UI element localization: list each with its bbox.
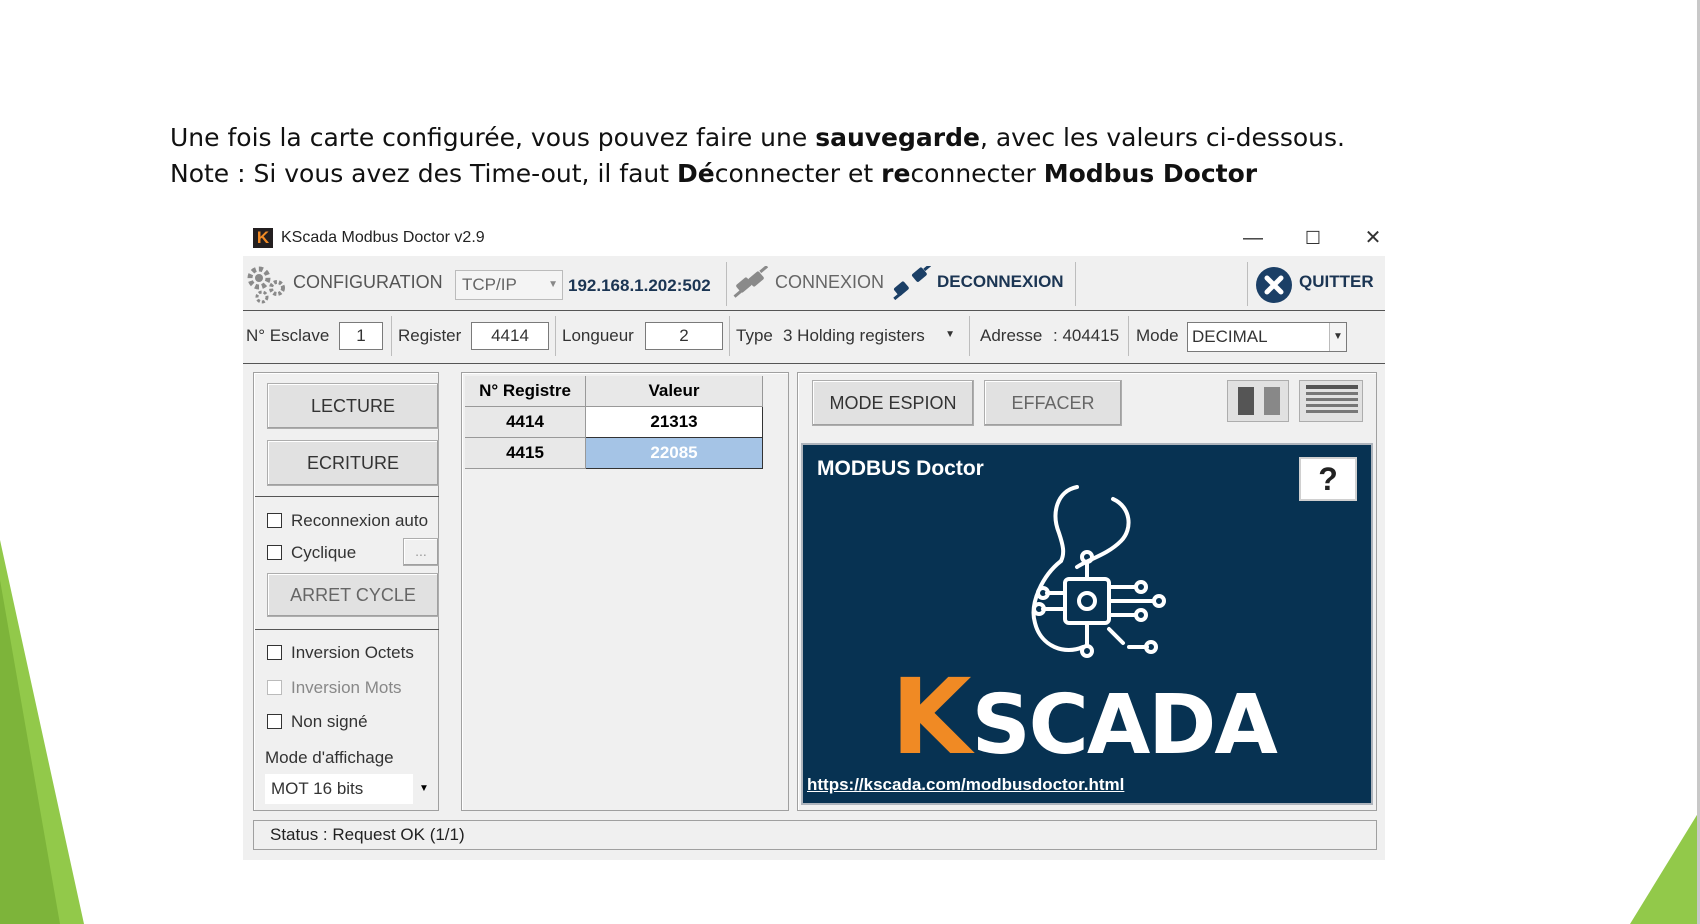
mode-label: Mode bbox=[1136, 326, 1179, 345]
table-row: 4414 21313 bbox=[465, 406, 763, 438]
adresse-label: Adresse bbox=[980, 326, 1043, 345]
deconnexion-button[interactable]: DECONNEXION bbox=[893, 262, 1068, 302]
cyclique-settings-button[interactable]: ... bbox=[403, 538, 439, 566]
close-window-button[interactable]: ✕ bbox=[1353, 224, 1393, 252]
chevron-down-icon: ▼ bbox=[413, 774, 435, 804]
table-row: 4415 22085 bbox=[465, 437, 763, 469]
panel-title: MODBUS Doctor bbox=[817, 457, 984, 480]
logo-letter-k: K bbox=[891, 656, 972, 778]
arret-cycle-button[interactable]: ARRET CYCLE bbox=[267, 573, 439, 617]
ecriture-button[interactable]: ECRITURE bbox=[267, 440, 439, 486]
adresse-value: : 404415 bbox=[1053, 326, 1120, 345]
toolbar: CONFIGURATION TCP/IP ▼ 192.168.1.202:502… bbox=[243, 256, 1385, 310]
reconnexion-auto-checkbox[interactable] bbox=[267, 513, 282, 528]
param-divider bbox=[729, 316, 730, 356]
split-view-bar bbox=[1264, 387, 1280, 415]
chevron-down-icon: ▼ bbox=[1329, 323, 1346, 351]
param-divider bbox=[391, 316, 392, 356]
registre-cell: 4414 bbox=[465, 406, 586, 438]
esclave-label: N° Esclave bbox=[246, 326, 330, 345]
param-divider bbox=[969, 316, 970, 356]
table-header-row: N° Registre Valeur bbox=[465, 376, 763, 407]
minimize-button[interactable]: — bbox=[1233, 224, 1273, 252]
plug-disconnect-icon bbox=[893, 266, 931, 300]
register-input[interactable]: 4414 bbox=[471, 322, 549, 350]
valeur-cell-selected[interactable]: 22085 bbox=[585, 437, 763, 469]
plug-connect-icon bbox=[733, 266, 769, 298]
chevron-down-icon: ▼ bbox=[548, 279, 558, 290]
longueur-input[interactable]: 2 bbox=[645, 322, 723, 350]
parameters-row: N° Esclave 1 Register 4414 Longueur 2 Ty… bbox=[243, 312, 1385, 360]
modbus-doctor-panel: MODBUS Doctor ? KSCADA https://kscada.co… bbox=[801, 443, 1373, 805]
split-view-bar bbox=[1238, 387, 1254, 415]
mode-affichage-select[interactable]: MOT 16 bits ▼ bbox=[265, 774, 435, 804]
left-panel-divider bbox=[255, 496, 439, 497]
configuration-button[interactable]: CONFIGURATION bbox=[245, 262, 443, 304]
mode-select[interactable]: DECIMAL ▼ bbox=[1187, 322, 1347, 352]
registers-table: N° Registre Valeur 4414 21313 4415 22085 bbox=[465, 376, 763, 469]
instruction-line-1: Une fois la carte configurée, vous pouve… bbox=[170, 123, 1345, 152]
param-divider bbox=[555, 316, 556, 356]
param-divider bbox=[1128, 316, 1129, 356]
reconnexion-auto-label: Reconnexion auto bbox=[291, 511, 429, 530]
non-signe-label: Non signé bbox=[291, 712, 368, 731]
cyclique-label: Cyclique bbox=[291, 543, 357, 562]
help-button[interactable]: ? bbox=[1299, 457, 1357, 501]
split-view-icon[interactable] bbox=[1227, 380, 1289, 422]
window-title: KScada Modbus Doctor v2.9 bbox=[281, 229, 485, 246]
ip-address: 192.168.1.202:502 bbox=[568, 276, 711, 295]
toolbar-divider bbox=[1247, 262, 1248, 306]
quitter-button[interactable]: QUITTER bbox=[1255, 262, 1383, 303]
title-bar: K KScada Modbus Doctor v2.9 — ☐ ✕ bbox=[243, 220, 1385, 256]
status-bar: Status : Request OK (1/1) bbox=[253, 820, 1377, 850]
chevron-down-icon: ▼ bbox=[945, 329, 955, 340]
protocol-select[interactable]: TCP/IP ▼ bbox=[455, 270, 563, 300]
toolbar-separator bbox=[243, 310, 1385, 311]
cyclique-checkbox[interactable] bbox=[267, 545, 282, 560]
longueur-label: Longueur bbox=[562, 326, 634, 345]
inversion-octets-checkbox[interactable] bbox=[267, 645, 282, 660]
register-label: Register bbox=[398, 326, 462, 345]
toolbar-divider bbox=[726, 262, 727, 306]
green-slide-decoration-left bbox=[0, 540, 84, 924]
inversion-mots-checkbox[interactable] bbox=[267, 680, 282, 695]
list-view-icon[interactable] bbox=[1299, 380, 1363, 422]
mode-espion-button[interactable]: MODE ESPION bbox=[812, 380, 974, 426]
logo-text-scada: SCADA bbox=[971, 678, 1278, 773]
gears-icon bbox=[247, 266, 285, 304]
column-header-registre[interactable]: N° Registre bbox=[465, 376, 586, 407]
mode-affichage-label: Mode d'affichage bbox=[265, 748, 394, 767]
non-signe-checkbox[interactable] bbox=[267, 714, 282, 729]
status-text: Status : Request OK (1/1) bbox=[270, 825, 465, 844]
toolbar-divider bbox=[1075, 262, 1076, 306]
slide-instructions: Une fois la carte configurée, vous pouve… bbox=[170, 120, 1345, 192]
kscada-link[interactable]: https://kscada.com/modbusdoctor.html bbox=[807, 775, 1124, 795]
esclave-input[interactable]: 1 bbox=[339, 322, 383, 350]
effacer-button[interactable]: EFFACER bbox=[984, 380, 1122, 426]
lines-icon bbox=[1306, 385, 1358, 413]
left-panel-divider bbox=[255, 629, 439, 630]
type-label: Type bbox=[736, 326, 773, 345]
valeur-cell[interactable]: 21313 bbox=[585, 406, 763, 438]
inversion-mots-label: Inversion Mots bbox=[291, 678, 402, 697]
params-separator bbox=[243, 363, 1385, 364]
connexion-button[interactable]: CONNEXION bbox=[733, 262, 884, 302]
app-icon: K bbox=[253, 228, 273, 248]
stethoscope-chip-icon bbox=[1031, 485, 1166, 658]
lecture-button[interactable]: LECTURE bbox=[267, 383, 439, 429]
green-slide-decoration-right bbox=[1630, 810, 1700, 924]
registre-cell: 4415 bbox=[465, 437, 586, 469]
modbus-doctor-window: K KScada Modbus Doctor v2.9 — ☐ ✕ CONFIG… bbox=[243, 220, 1385, 860]
inversion-octets-label: Inversion Octets bbox=[291, 643, 414, 662]
type-select[interactable]: 3 Holding registers ▼ bbox=[781, 322, 961, 350]
close-circle-icon bbox=[1256, 267, 1292, 303]
instruction-line-2: Note : Si vous avez des Time-out, il fau… bbox=[170, 159, 1258, 188]
column-header-valeur[interactable]: Valeur bbox=[585, 376, 763, 407]
maximize-button[interactable]: ☐ bbox=[1293, 224, 1333, 252]
